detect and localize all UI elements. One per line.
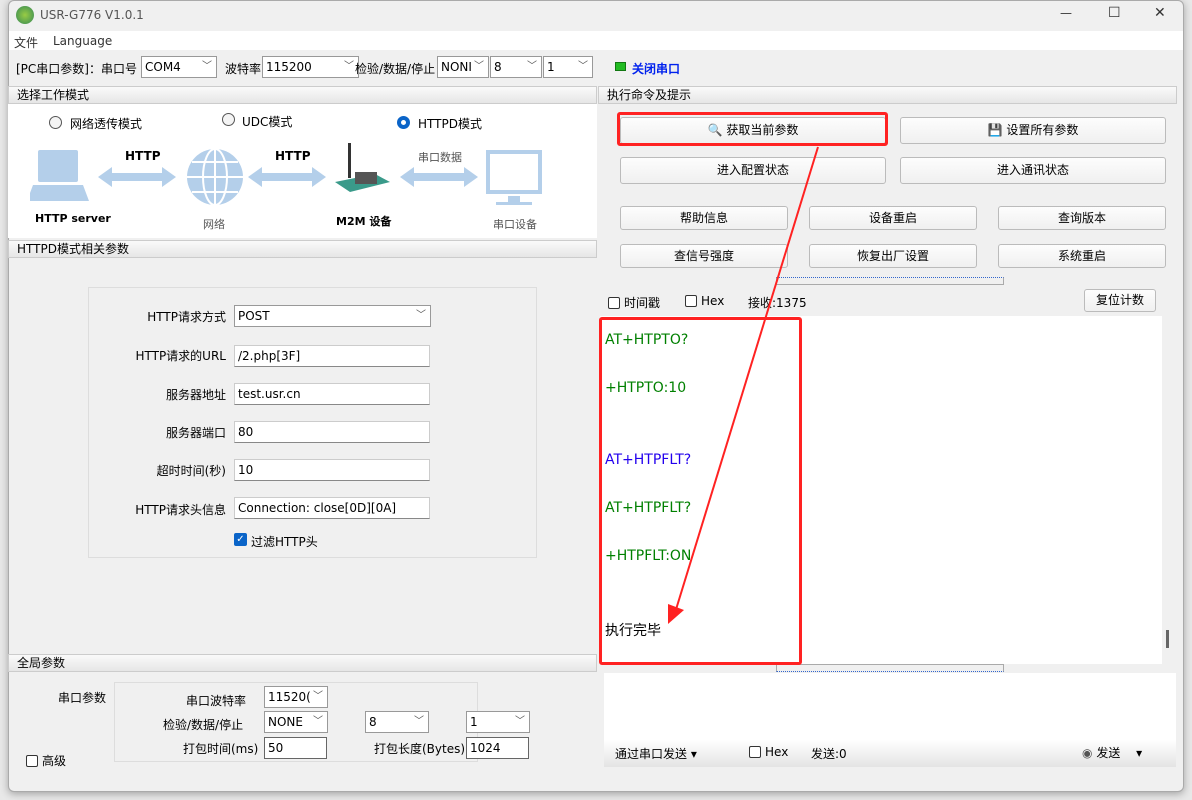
pack-time-input[interactable]: 50: [264, 737, 327, 759]
timeout-input[interactable]: 10: [234, 459, 430, 481]
arrow-icon: [400, 167, 478, 187]
close-port-button[interactable]: 关闭串口: [632, 60, 680, 77]
maximize-button[interactable]: ☐: [1108, 5, 1121, 21]
parity-select[interactable]: NONI ﹀: [437, 56, 489, 78]
parity-label: 检验/数据/停止: [355, 62, 436, 76]
query-version-button[interactable]: 查询版本: [998, 206, 1166, 230]
port-select[interactable]: COM4 ﹀: [141, 56, 217, 78]
timestamp-checkbox[interactable]: 时间戳: [608, 294, 660, 311]
global-stop-bits-select[interactable]: 1 ﹀: [466, 711, 530, 733]
port-label: 服务器端口: [165, 426, 226, 440]
diagram-device-label: 串口设备: [493, 218, 537, 231]
enter-comm-button[interactable]: 进入通讯状态: [900, 157, 1166, 184]
receive-count: 接收:1375: [748, 296, 807, 310]
annotation-box: [617, 112, 888, 146]
global-header: 全局参数: [8, 654, 597, 672]
close-button[interactable]: ✕: [1154, 5, 1166, 21]
speaker-icon: ◉: [1082, 746, 1093, 760]
method-label: HTTP请求方式: [147, 310, 226, 324]
diagram-http-label: HTTP: [125, 149, 161, 163]
serial-params-label: 串口参数: [58, 691, 107, 705]
baud-label: 波特率: [225, 62, 262, 76]
send-via-dropdown[interactable]: 通过串口发送 ▾: [615, 745, 697, 762]
advanced-checkbox[interactable]: 高级: [26, 752, 66, 769]
reset-count-button[interactable]: 复位计数: [1084, 289, 1156, 312]
send-button[interactable]: ◉ 发送 ▾: [1082, 744, 1142, 761]
menu-language[interactable]: Language: [53, 34, 112, 48]
receive-hex-checkbox[interactable]: Hex: [685, 294, 724, 308]
m2m-device-icon: [348, 143, 351, 178]
baud-select[interactable]: 115200 ﹀: [262, 56, 359, 78]
factory-reset-button[interactable]: 恢复出厂设置: [809, 244, 977, 268]
filter-label: 过滤HTTP头: [251, 535, 318, 549]
system-restart-button[interactable]: 系统重启: [998, 244, 1166, 268]
send-hex-checkbox[interactable]: Hex: [749, 745, 788, 759]
filter-checkbox[interactable]: ✓: [234, 533, 247, 546]
port-status-icon: [615, 62, 626, 71]
restart-device-button[interactable]: 设备重启: [809, 206, 977, 230]
diagram-m2m-label: M2M 设备: [336, 215, 392, 228]
timeout-label: 超时时间(秒): [156, 464, 226, 478]
send-count: 发送:0: [811, 747, 847, 761]
scrollbar-thumb[interactable]: [1166, 630, 1169, 648]
minimize-button[interactable]: —: [1060, 6, 1072, 20]
commands-header: 执行命令及提示: [598, 86, 1177, 104]
menu-file[interactable]: 文件: [14, 34, 38, 51]
mode-label-udc: UDC模式: [242, 115, 293, 129]
diagram-http-label: HTTP: [275, 149, 311, 163]
mode-radio-udc[interactable]: [222, 113, 235, 126]
annotation-box: [599, 317, 802, 665]
port-input[interactable]: 80: [234, 421, 430, 443]
mode-label-transparent: 网络透传模式: [70, 117, 143, 131]
diagram-serial-label: 串口数据: [418, 151, 462, 164]
menu-bar: [9, 31, 1183, 50]
diagram-network-label: 网络: [203, 218, 225, 231]
server-input[interactable]: test.usr.cn: [234, 383, 430, 405]
httpd-header: HTTPD模式相关参数: [8, 240, 597, 258]
app-logo-icon: [16, 6, 34, 24]
window-title: USR-G776 V1.0.1: [40, 8, 144, 22]
set-params-button[interactable]: 💾 设置所有参数: [900, 117, 1166, 144]
pack-time-label: 打包时间(ms): [183, 742, 259, 756]
laptop-icon: [38, 150, 78, 182]
server-label: 服务器地址: [165, 388, 226, 402]
mode-radio-httpd[interactable]: [397, 116, 410, 129]
pc-params-label: [PC串口参数]：串口号: [16, 62, 137, 76]
global-parity-label: 检验/数据/停止: [163, 718, 244, 732]
splitter-handle[interactable]: [776, 277, 1004, 285]
splitter-handle[interactable]: [776, 664, 1004, 672]
url-label: HTTP请求的URL: [135, 349, 226, 363]
arrow-icon: [98, 167, 176, 187]
arrow-icon: [248, 167, 326, 187]
global-parity-select[interactable]: NONE ﹀: [264, 711, 328, 733]
global-data-bits-select[interactable]: 8 ﹀: [365, 711, 429, 733]
mode-header: 选择工作模式: [8, 86, 597, 104]
pack-len-input[interactable]: 1024: [466, 737, 529, 759]
mode-radio-transparent[interactable]: [49, 116, 62, 129]
header-input[interactable]: Connection: close[0D][0A]: [234, 497, 430, 519]
url-input[interactable]: /2.php[3F]: [234, 345, 430, 367]
signal-button[interactable]: 查信号强度: [620, 244, 788, 268]
pack-len-label: 打包长度(Bytes): [374, 742, 466, 756]
global-baud-label: 串口波特率: [186, 694, 247, 708]
stop-bits-select[interactable]: 1 ﹀: [543, 56, 593, 78]
diagram-server-label: HTTP server: [35, 212, 111, 225]
mode-label-httpd: HTTPD模式: [418, 117, 482, 131]
global-baud-select[interactable]: 11520(﹀: [264, 686, 328, 708]
data-bits-select[interactable]: 8 ﹀: [490, 56, 542, 78]
enter-config-button[interactable]: 进入配置状态: [620, 157, 886, 184]
header-label: HTTP请求头信息: [135, 503, 226, 517]
method-select[interactable]: POST ﹀: [234, 305, 431, 327]
help-button[interactable]: 帮助信息: [620, 206, 788, 230]
